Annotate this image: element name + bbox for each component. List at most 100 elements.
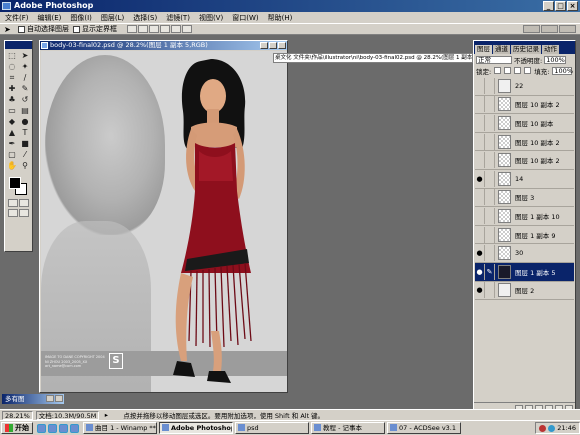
- healing-brush-tool-icon[interactable]: ✚: [6, 84, 18, 94]
- crop-tool-icon[interactable]: ⌗: [6, 73, 18, 83]
- visibility-eye-icon[interactable]: [475, 207, 485, 224]
- collapsed-palette[interactable]: 多有图: [2, 394, 64, 404]
- tray-app-icon[interactable]: [539, 424, 547, 432]
- collapsed-palette-min-button[interactable]: [46, 395, 54, 402]
- layer-row[interactable]: ● 图层 2: [475, 281, 574, 301]
- history-brush-tool-icon[interactable]: ↺: [19, 95, 31, 105]
- tab-history[interactable]: 历史记录: [511, 45, 541, 54]
- doc-maximize-button[interactable]: [269, 42, 277, 49]
- auto-select-layer-checkbox[interactable]: [18, 25, 25, 33]
- menu-filter[interactable]: 滤镜(T): [163, 13, 193, 23]
- move-tool-icon[interactable]: ➤: [4, 25, 14, 34]
- task-acdsee[interactable]: 07 - ACDSee v3.1: [387, 422, 461, 434]
- visibility-eye-icon[interactable]: [475, 152, 485, 169]
- tab-actions[interactable]: 动作: [542, 45, 559, 54]
- menu-select[interactable]: 选择(S): [130, 13, 160, 23]
- task-notepad[interactable]: 教程 - 记事本: [311, 422, 385, 434]
- layer-row[interactable]: 图层 10 副本: [475, 114, 574, 133]
- doc-close-button[interactable]: [278, 42, 286, 49]
- layer-row[interactable]: ● ✎ 图层 1 副本 5: [475, 262, 574, 282]
- lasso-tool-icon[interactable]: ◌: [6, 62, 18, 72]
- visibility-eye-icon[interactable]: [475, 77, 485, 94]
- visibility-eye-icon[interactable]: [475, 133, 485, 150]
- opacity-input[interactable]: 100%: [544, 55, 567, 64]
- blur-tool-icon[interactable]: ◆: [6, 117, 18, 127]
- lock-pixels-checkbox[interactable]: [504, 67, 512, 74]
- visibility-eye-icon[interactable]: ●: [475, 282, 485, 299]
- gradient-tool-icon[interactable]: ▤: [19, 106, 31, 116]
- layer-link-brush-icon[interactable]: [485, 133, 495, 150]
- notes-tool-icon[interactable]: ▢: [6, 150, 18, 160]
- layer-row[interactable]: ● 14: [475, 169, 574, 189]
- dodge-tool-icon[interactable]: ●: [19, 117, 31, 127]
- task-psd-folder[interactable]: psd: [235, 422, 309, 434]
- eraser-tool-icon[interactable]: ▭: [6, 106, 18, 116]
- status-menu-arrow-icon[interactable]: ▸: [102, 411, 110, 419]
- layer-link-brush-icon[interactable]: [485, 152, 495, 169]
- palette-well-tab-1[interactable]: [523, 25, 540, 33]
- doc-minimize-button[interactable]: [260, 42, 268, 49]
- tray-volume-icon[interactable]: [548, 424, 556, 432]
- brush-tool-icon[interactable]: ✎: [19, 84, 31, 94]
- start-button[interactable]: 开始: [1, 422, 33, 434]
- menu-file[interactable]: 文件(F): [2, 13, 32, 23]
- media-icon[interactable]: [70, 423, 79, 433]
- maximize-button[interactable]: □: [555, 1, 566, 11]
- align-right-icon[interactable]: [182, 25, 192, 33]
- layer-link-brush-icon[interactable]: [485, 114, 495, 131]
- type-tool-icon[interactable]: T: [19, 128, 31, 138]
- align-left-icon[interactable]: [160, 25, 170, 33]
- menu-window[interactable]: 窗口(W): [229, 13, 261, 23]
- align-hcenter-icon[interactable]: [171, 25, 181, 33]
- slice-tool-icon[interactable]: ∕: [19, 73, 31, 83]
- visibility-eye-icon[interactable]: [475, 189, 485, 206]
- hand-tool-icon[interactable]: ✋: [6, 161, 18, 171]
- task-photoshop[interactable]: Adobe Photoshop: [159, 422, 233, 434]
- layer-row[interactable]: 图层 3: [475, 188, 574, 208]
- visibility-eye-icon[interactable]: [475, 114, 485, 131]
- marquee-tool-icon[interactable]: ⬚: [6, 51, 18, 61]
- layer-row[interactable]: 图层 10 副本 2: [475, 132, 574, 152]
- stamp-tool-icon[interactable]: ♣: [6, 95, 18, 105]
- layer-link-brush-icon[interactable]: [485, 245, 495, 262]
- visibility-eye-icon[interactable]: ●: [475, 263, 485, 280]
- magic-wand-tool-icon[interactable]: ✦: [19, 62, 31, 72]
- layer-link-brush-icon[interactable]: [485, 282, 495, 299]
- lock-transparency-checkbox[interactable]: [494, 67, 502, 74]
- blend-mode-select[interactable]: 正常: [476, 55, 512, 64]
- fill-input[interactable]: 100%: [552, 66, 573, 75]
- show-bounding-box-checkbox[interactable]: [73, 25, 80, 33]
- close-button[interactable]: ×: [567, 1, 578, 11]
- pen-tool-icon[interactable]: ✒: [6, 139, 18, 149]
- menu-view[interactable]: 视图(V): [196, 13, 226, 23]
- layer-row[interactable]: 22: [475, 77, 574, 96]
- zoom-tool-icon[interactable]: ⚲: [19, 161, 31, 171]
- lock-position-checkbox[interactable]: [514, 67, 522, 74]
- layer-link-brush-icon[interactable]: [485, 226, 495, 243]
- screen-mode-2-icon[interactable]: [19, 209, 29, 217]
- auto-select-layer-option[interactable]: 自动选择图层: [18, 24, 69, 34]
- layer-row[interactable]: ● 30: [475, 244, 574, 263]
- document-canvas[interactable]: IMAGE TO DANE COPYRIGHT 2004 NI ZHOU 200…: [41, 51, 287, 392]
- visibility-eye-icon[interactable]: [475, 96, 485, 113]
- layer-row[interactable]: 图层 1 副本 9: [475, 225, 574, 245]
- align-bottom-icon[interactable]: [149, 25, 159, 33]
- layer-row[interactable]: 图层 10 副本 2: [475, 151, 574, 170]
- shape-tool-icon[interactable]: ■: [19, 139, 31, 149]
- foreground-color-swatch[interactable]: [9, 177, 21, 189]
- layer-row[interactable]: 图层 1 副本 10: [475, 207, 574, 226]
- zoom-level[interactable]: 28.21%: [2, 410, 33, 420]
- outlook-icon[interactable]: [48, 423, 57, 433]
- palette-well-tab-3[interactable]: [559, 25, 576, 33]
- layer-link-brush-icon[interactable]: [485, 189, 495, 206]
- eyedropper-tool-icon[interactable]: ⁄: [19, 150, 31, 160]
- menu-help[interactable]: 帮助(H): [265, 13, 296, 23]
- tab-channels[interactable]: 通道: [493, 45, 510, 54]
- document-title-bar[interactable]: body-03-final02.psd @ 28.2%(图层 1 副本 5,RG…: [40, 41, 287, 50]
- minimize-button[interactable]: _: [543, 1, 554, 11]
- visibility-eye-icon[interactable]: [475, 226, 485, 243]
- layer-link-brush-icon[interactable]: [485, 77, 495, 94]
- menu-layer[interactable]: 图层(L): [98, 13, 127, 23]
- task-winamp[interactable]: 曲目 1 - Winamp *** 1...: [83, 422, 157, 434]
- layer-link-brush-icon[interactable]: [485, 170, 495, 187]
